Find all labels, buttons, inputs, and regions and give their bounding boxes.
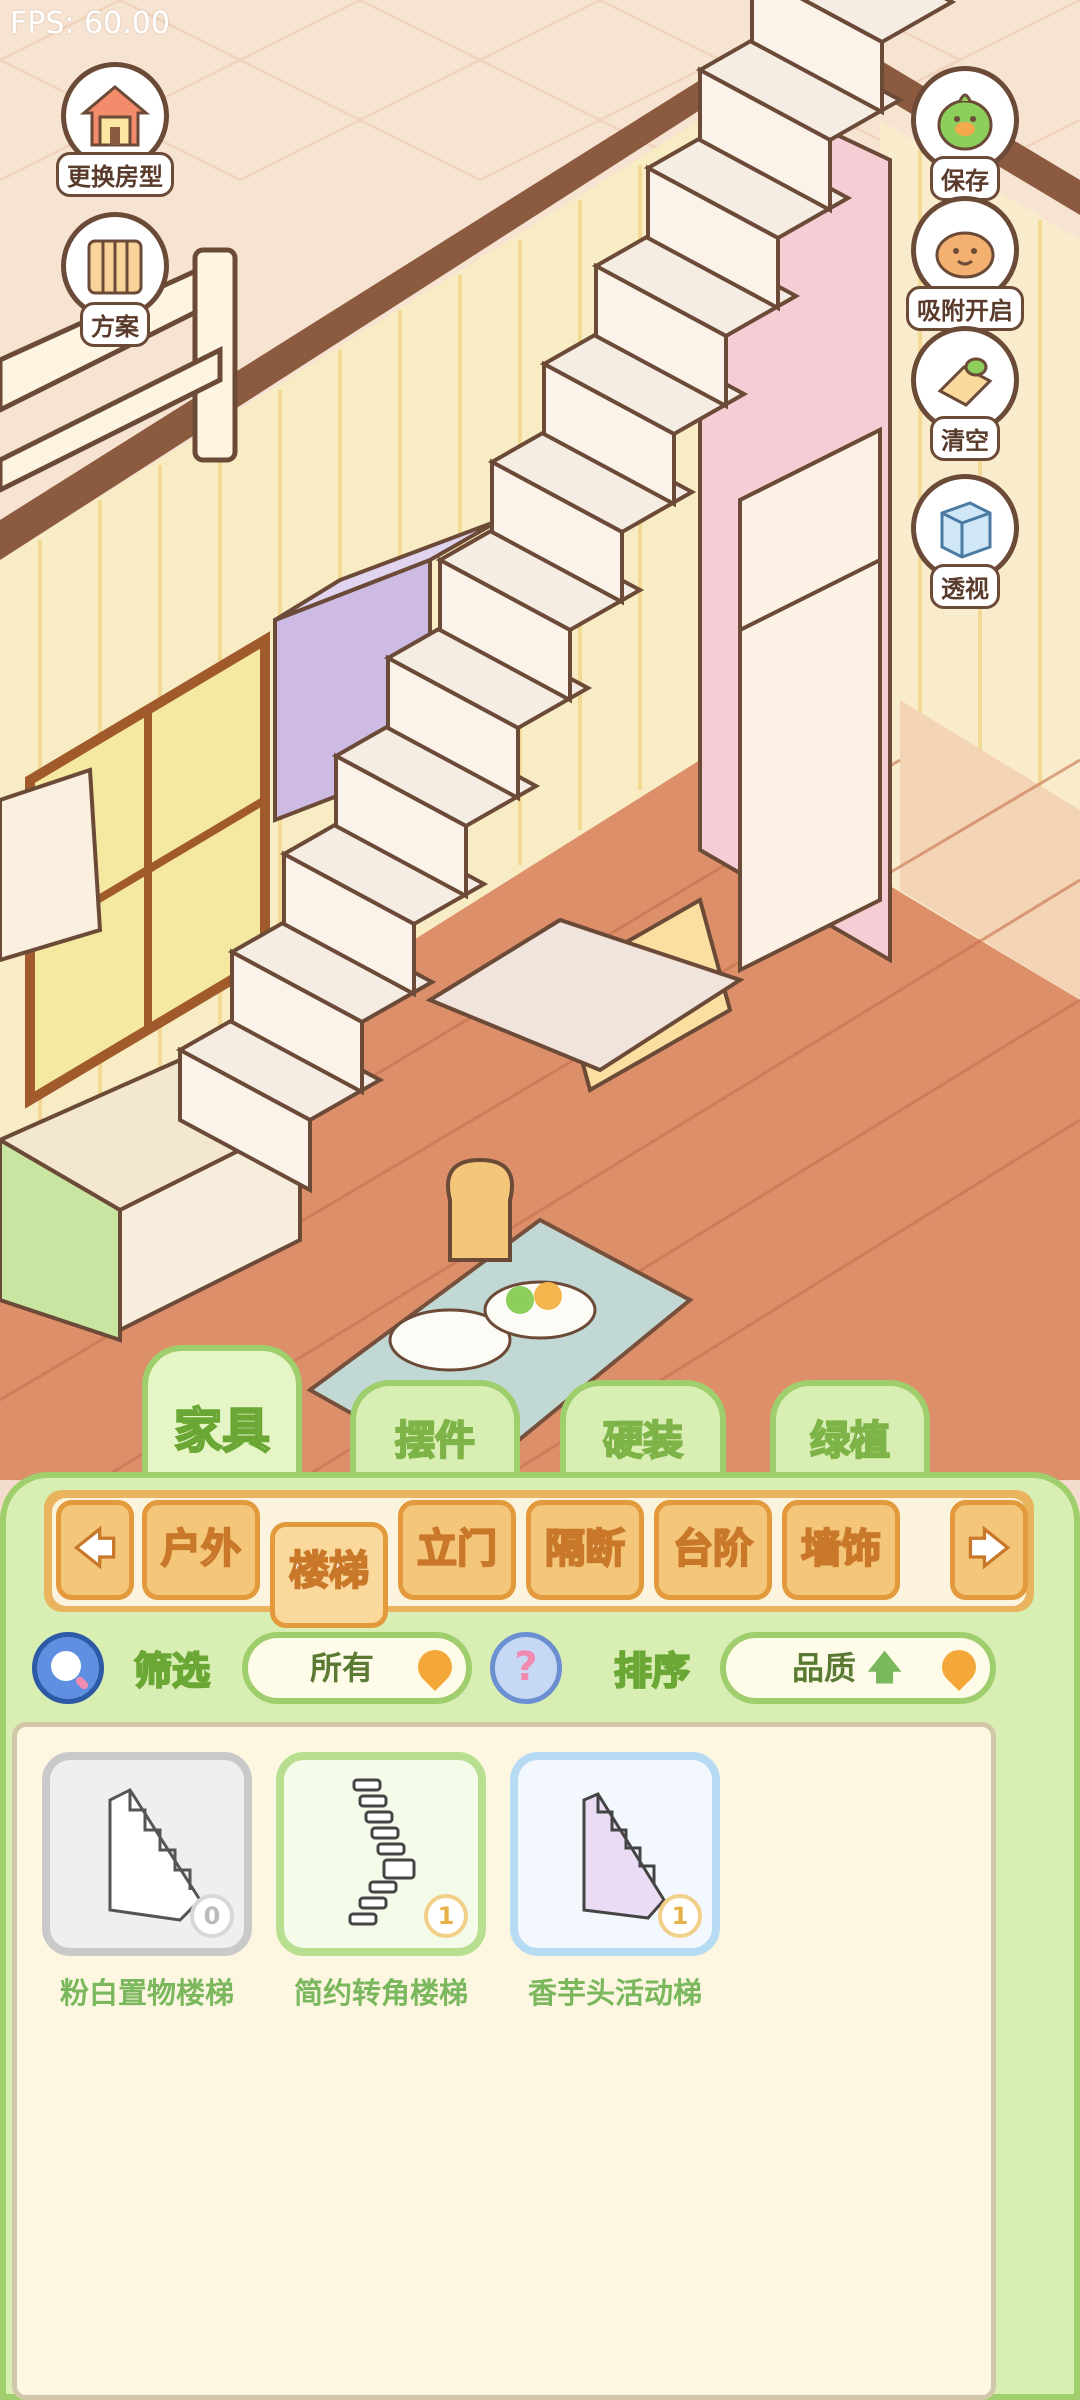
save-button[interactable]: 保存 [906, 66, 1024, 201]
tab-furniture[interactable]: 家具 [142, 1345, 302, 1490]
item-thumbnail: 1 [510, 1752, 720, 1956]
perspective-button[interactable]: 透视 [906, 474, 1024, 609]
clear-button[interactable]: 清空 [906, 326, 1024, 461]
snap-toggle-label: 吸附开启 [906, 286, 1024, 331]
item-thumbnail: 1 [276, 1752, 486, 1956]
clear-label: 清空 [930, 416, 1000, 461]
perspective-label: 透视 [930, 564, 1000, 609]
help-button[interactable]: ? [490, 1632, 562, 1704]
item-card[interactable]: 0 粉白置物楼梯 [42, 1752, 252, 2012]
category-prev-button[interactable]: 🡄 [56, 1500, 134, 1600]
category-next-button[interactable]: 🡆 [950, 1500, 1028, 1600]
arrow-right-icon: 🡆 [967, 1525, 1010, 1573]
arrow-up-icon: 🡅 [867, 1648, 903, 1688]
sort-value: 品质 [792, 1649, 857, 1687]
search-icon [51, 1651, 89, 1690]
filter-label: 筛选 [133, 1648, 211, 1694]
item-card[interactable]: 1 简约转角楼梯 [276, 1752, 486, 2012]
sort-dropdown[interactable]: 品质 🡅 [720, 1632, 996, 1704]
item-name: 简约转角楼梯 [293, 1976, 468, 2010]
category-outdoor[interactable]: 户外 [142, 1500, 260, 1600]
item-count: 1 [424, 1894, 468, 1938]
sort-label: 排序 [613, 1648, 691, 1694]
category-steps[interactable]: 台阶 [654, 1500, 772, 1600]
item-count: 1 [658, 1894, 702, 1938]
change-room-type-label: 更换房型 [56, 152, 174, 197]
filter-value: 所有 [310, 1649, 375, 1687]
fps-counter: FPS: 60.00 [10, 6, 170, 41]
category-doors[interactable]: 立门 [398, 1500, 516, 1600]
category-stairs[interactable]: 楼梯 [270, 1522, 388, 1628]
search-button[interactable] [32, 1632, 104, 1704]
save-label: 保存 [930, 156, 1000, 201]
chevron-down-icon [934, 1642, 984, 1692]
item-name: 香芋头活动梯 [527, 1976, 702, 2010]
plan-label: 方案 [80, 302, 150, 347]
plan-button[interactable]: 方案 [56, 212, 174, 347]
item-name: 粉白置物楼梯 [59, 1976, 234, 2010]
item-card[interactable]: 1 香芋头活动梯 [510, 1752, 720, 2012]
snap-toggle-button[interactable]: 吸附开启 [906, 196, 1024, 331]
change-room-type-button[interactable]: 更换房型 [56, 62, 174, 197]
chevron-down-icon [410, 1642, 460, 1692]
category-partitions[interactable]: 隔断 [526, 1500, 644, 1600]
filter-dropdown[interactable]: 所有 [242, 1632, 472, 1704]
category-wall-decor[interactable]: 墙饰 [782, 1500, 900, 1600]
question-icon: ? [514, 1644, 538, 1690]
item-thumbnail: 0 [42, 1752, 252, 1956]
item-count: 0 [190, 1894, 234, 1938]
arrow-left-icon: 🡄 [73, 1525, 116, 1573]
